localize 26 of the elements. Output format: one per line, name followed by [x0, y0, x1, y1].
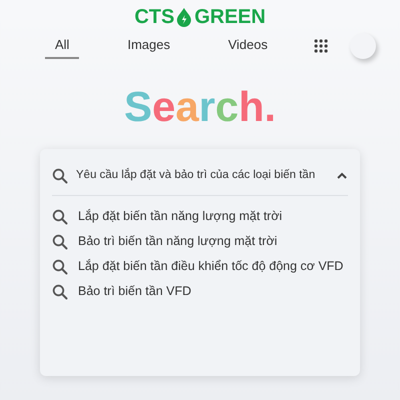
- search-icon: [52, 168, 68, 184]
- tab[interactable]: Videos: [218, 32, 278, 60]
- apps-grid-icon[interactable]: [314, 39, 328, 53]
- tab[interactable]: Images: [117, 32, 180, 60]
- suggestion-item[interactable]: Bảo trì biến tần năng lượng mặt trời: [52, 229, 278, 254]
- suggestion-item[interactable]: Lắp đặt biến tần năng lượng mặt trời: [52, 204, 282, 229]
- logo-text: GREEN: [194, 5, 266, 29]
- title-letter: e: [152, 83, 176, 131]
- suggestion-item[interactable]: Lắp đặt biến tần điều khiển tốc độ động cơ VFD: [52, 254, 344, 279]
- title-letter: c: [215, 83, 239, 131]
- title-letter: S: [124, 83, 152, 131]
- search-icon: [52, 234, 68, 250]
- drop-icon: [176, 7, 192, 27]
- search-icon: [52, 284, 68, 300]
- suggestion-item[interactable]: Bảo trì biến tần VFD: [52, 279, 192, 304]
- chevron-icon[interactable]: [336, 171, 348, 181]
- logo-text: CTS: [134, 5, 174, 29]
- search-field[interactable]: Yêu cầu lắp đặt và bảo trì của các loại biến tần: [52, 163, 348, 189]
- search-query: Yêu cầu lắp đặt và bảo trì của các loại biến tần: [76, 167, 316, 184]
- title-letter: h: [238, 83, 264, 131]
- search-icon: [52, 208, 68, 224]
- title-letter: .: [264, 83, 276, 131]
- title-letter: r: [198, 83, 216, 131]
- search-icon: [52, 258, 68, 274]
- tab[interactable]: All: [45, 32, 80, 60]
- title-letter: a: [175, 83, 199, 131]
